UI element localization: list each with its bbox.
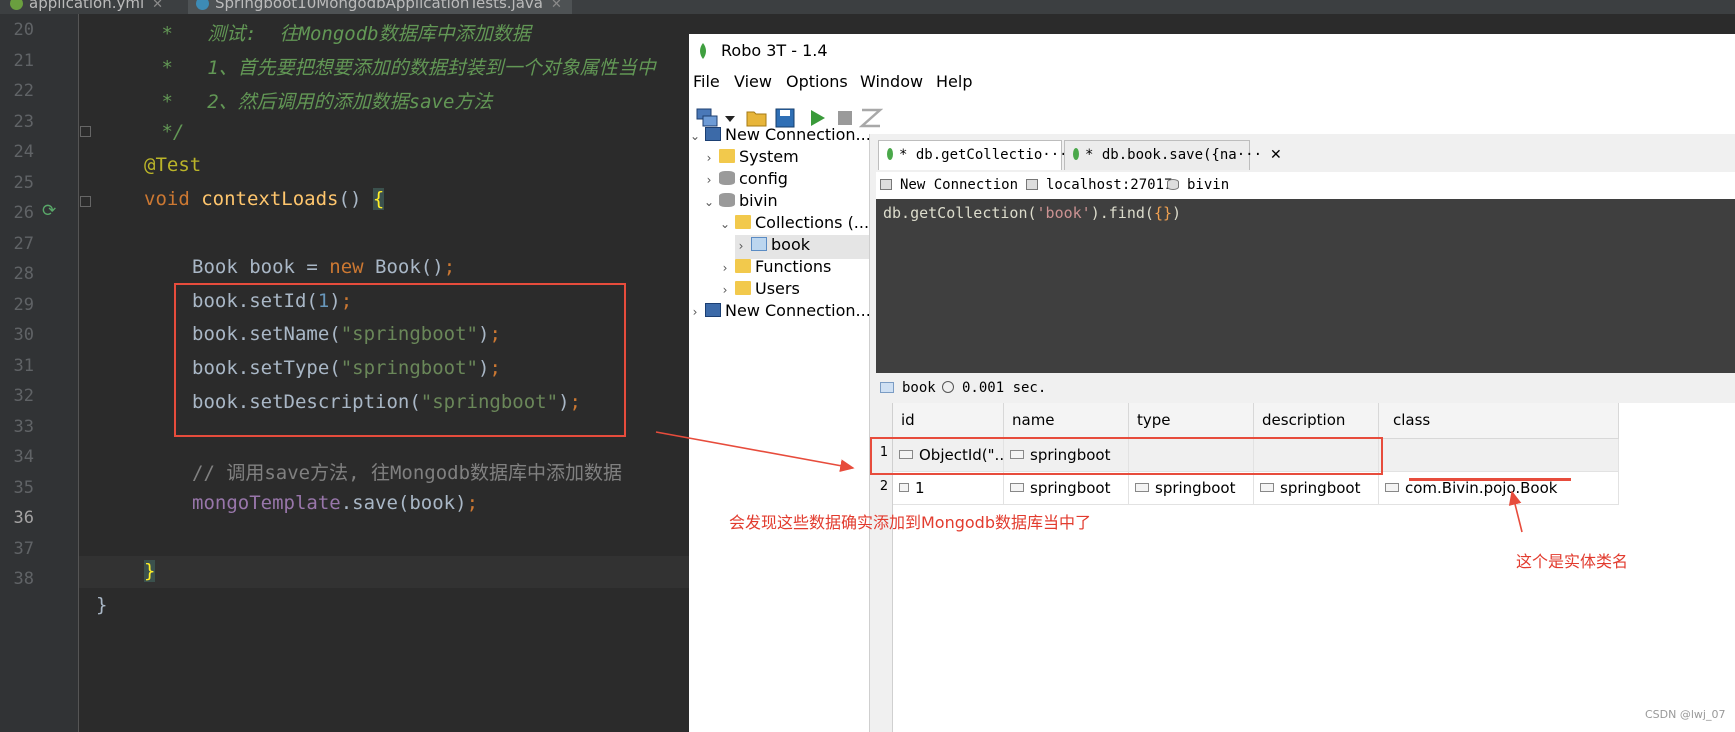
arrow-to-class <box>1508 490 1523 533</box>
annotation-note-class: 这个是实体类名 <box>1516 552 1629 571</box>
watermark: CSDN @lwj_07 <box>1645 708 1726 721</box>
arrow-to-result <box>655 431 855 472</box>
annotation-note-saved: 会发现这些数据确实添加到Mongodb数据库当中了 <box>729 513 1091 532</box>
annotation-arrows <box>655 431 1523 533</box>
